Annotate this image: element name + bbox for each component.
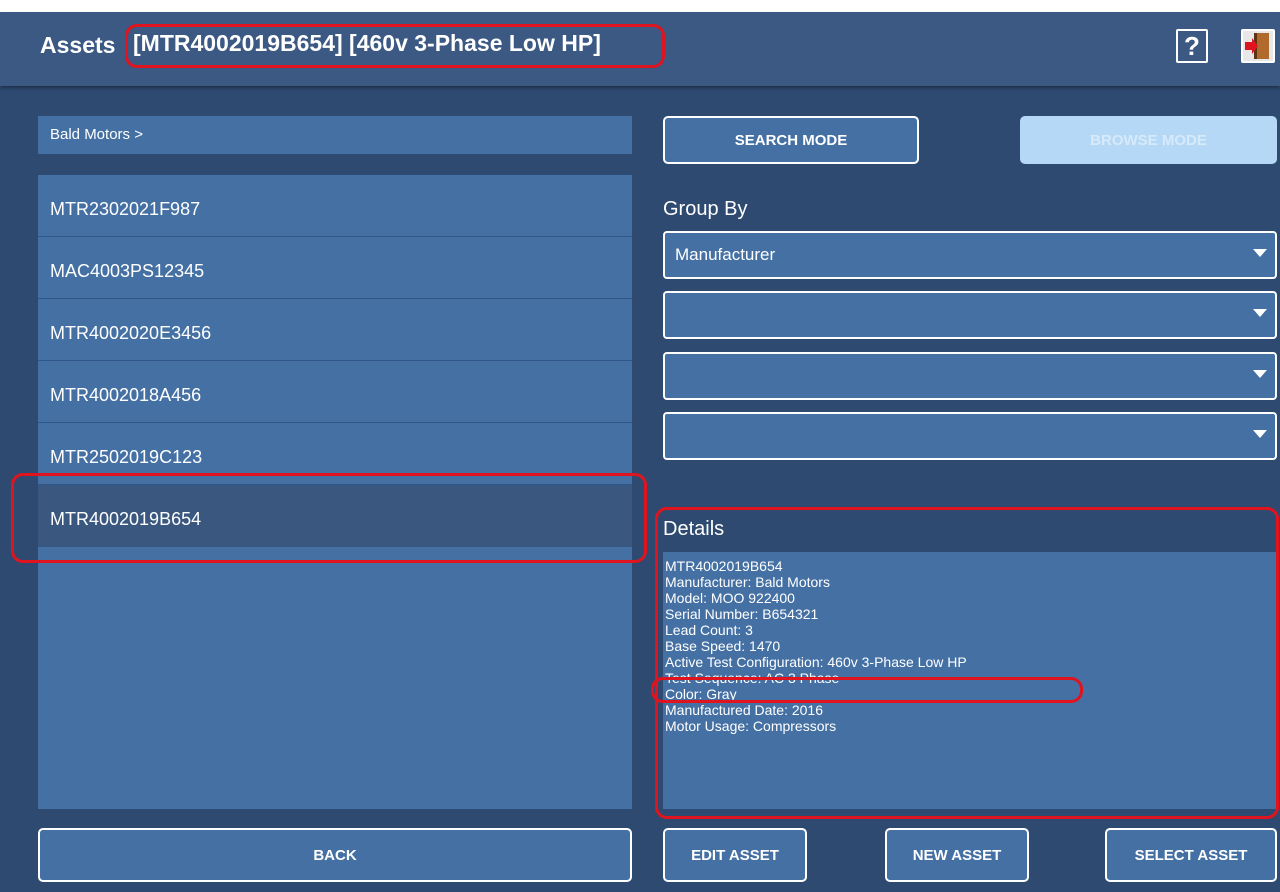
details-line: Serial Number: B654321 [665,606,819,622]
asset-list: MTR2302021F987 MAC4003PS12345 MTR4002020… [38,175,632,809]
breadcrumb[interactable]: Bald Motors > [38,116,632,154]
group-by-select-value: Manufacturer [675,245,776,264]
asset-list-item[interactable]: MTR2502019C123 [38,423,632,485]
chevron-down-icon [1253,370,1267,378]
details-line: Base Speed: 1470 [665,638,781,654]
asset-list-item[interactable]: MTR4002018A456 [38,361,632,423]
group-by-select-4[interactable] [663,412,1277,460]
details-line: MTR4002019B654 [665,558,783,574]
group-by-select-1[interactable]: Manufacturer [663,231,1277,279]
chevron-down-icon [1253,430,1267,438]
asset-list-item[interactable]: MTR4002020E3456 [38,299,632,361]
title-bar: Assets [MTR4002019B654] [460v 3-Phase Lo… [0,12,1280,86]
assets-screen: Assets [MTR4002019B654] [460v 3-Phase Lo… [0,12,1280,892]
details-line: Active Test Configuration: 460v 3-Phase … [665,654,967,670]
edit-asset-button[interactable]: EDIT ASSET [663,828,807,882]
help-icon: ? [1184,30,1200,61]
details-line: Manufactured Date: 2016 [665,702,823,718]
asset-list-item-selected[interactable]: MTR4002019B654 [38,485,632,547]
exit-button[interactable] [1241,29,1275,63]
details-line: Color: Gray [665,686,737,702]
chevron-down-icon [1253,309,1267,317]
details-line: Test Sequence: AC 3 Phase [665,670,840,686]
asset-title: [MTR4002019B654] [460v 3-Phase Low HP] [133,30,601,56]
chevron-down-icon [1253,249,1267,257]
details-line: Manufacturer: Bald Motors [665,574,830,590]
group-by-select-2[interactable] [663,291,1277,339]
search-mode-button[interactable]: SEARCH MODE [663,116,919,164]
asset-list-item[interactable]: MTR2302021F987 [38,175,632,237]
details-line: Model: MOO 922400 [665,590,795,606]
help-button[interactable]: ? [1176,29,1208,63]
group-by-select-3[interactable] [663,352,1277,400]
new-asset-button[interactable]: NEW ASSET [885,828,1029,882]
details-label: Details [663,518,725,540]
details-line: Motor Usage: Compressors [665,718,837,734]
details-line: Lead Count: 3 [665,622,753,638]
exit-icon [1245,33,1269,59]
browse-mode-button: BROWSE MODE [1020,116,1277,164]
asset-list-item[interactable]: MAC4003PS12345 [38,237,632,299]
group-by-label: Group By [663,198,748,220]
details-panel: MTR4002019B654 Manufacturer: Bald Motors… [663,552,1277,809]
app-title: Assets [40,32,116,58]
select-asset-button[interactable]: SELECT ASSET [1105,828,1277,882]
back-button[interactable]: BACK [38,828,632,882]
